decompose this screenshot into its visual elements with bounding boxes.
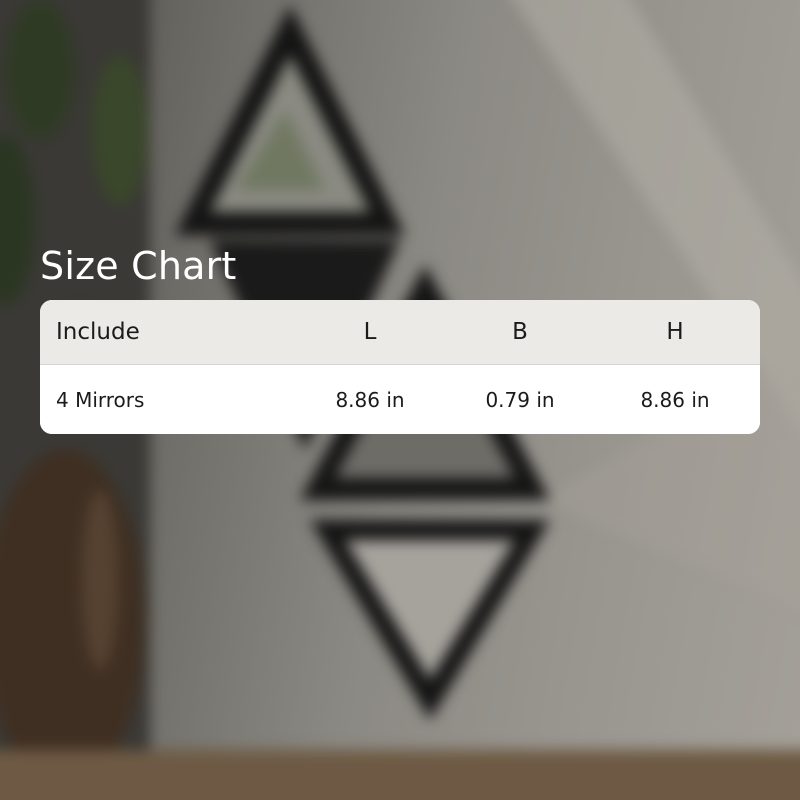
header-length: L — [363, 319, 377, 345]
cell-height: 8.86 in — [640, 387, 710, 412]
size-table: Include L B H 4 Mirrors 8.86 in 0.79 in … — [40, 300, 760, 434]
header-height: H — [666, 319, 684, 345]
cell-length: 8.86 in — [335, 387, 405, 412]
table-row: 4 Mirrors 8.86 in 0.79 in 8.86 in — [40, 365, 760, 434]
header-breadth: B — [512, 319, 528, 345]
header-include: Include — [56, 319, 140, 345]
table-header-row: Include L B H — [40, 300, 760, 365]
cell-include: 4 Mirrors — [56, 387, 145, 412]
size-chart-title: Size Chart — [40, 244, 237, 288]
cell-breadth: 0.79 in — [485, 387, 555, 412]
